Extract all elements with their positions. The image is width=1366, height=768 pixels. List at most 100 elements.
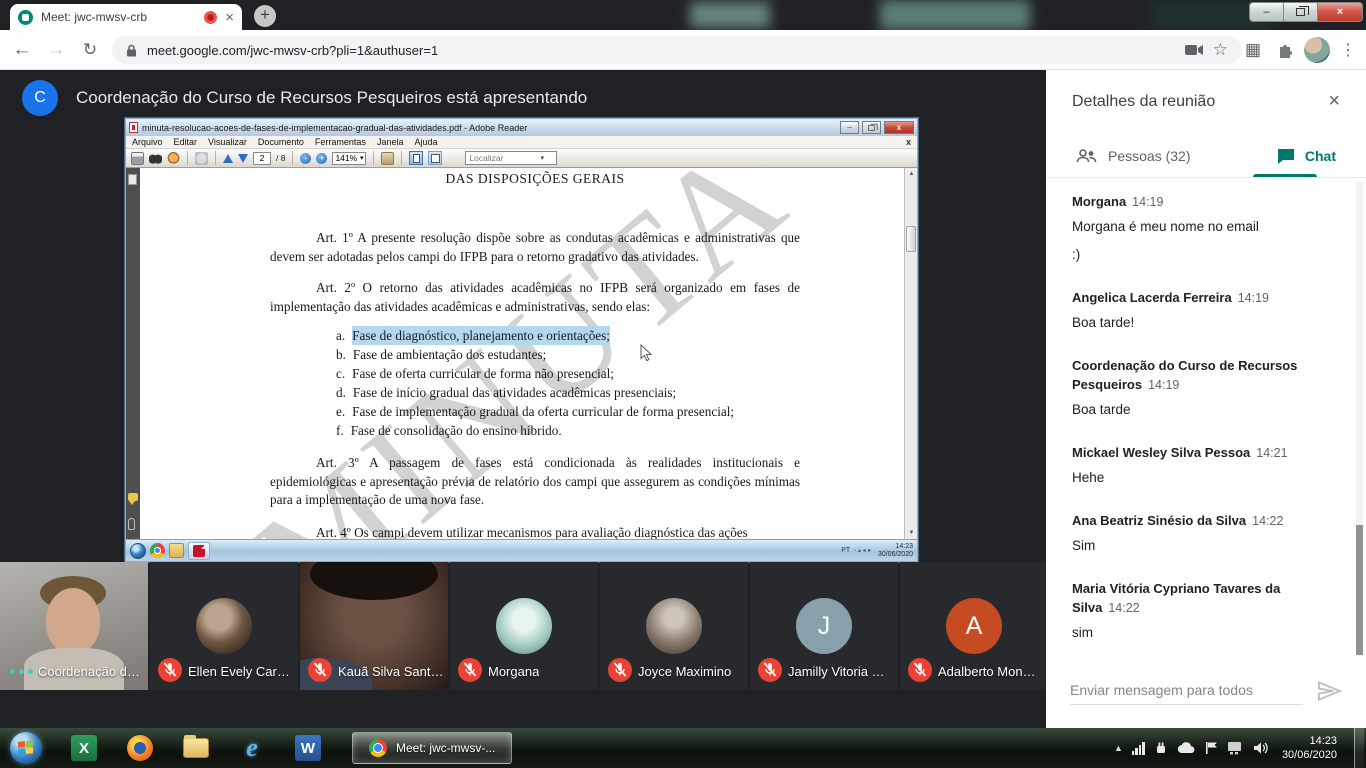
participant-tile[interactable]: Ellen Evely Car… [150,562,298,690]
adobe-maximize-button [862,121,881,134]
cloud-icon[interactable] [1177,742,1196,754]
explorer-taskbar-icon[interactable] [183,735,209,761]
attachments-panel-icon [128,518,135,530]
tab-close-icon[interactable]: × [225,10,234,25]
people-icon [1076,149,1098,163]
message-sender: Morgana [1072,194,1126,209]
pages-panel-icon [128,174,137,185]
adobe-document-area: MINUTA DAS DISPOSIÇÕES GERAIS Art. 1º A … [126,168,917,539]
shared-desktop-taskbar: PT ▫ ▴ ◂ ● 14:23 30/06/2020 [126,539,917,561]
fullscreen-glyph [431,154,440,163]
address-bar[interactable]: meet.google.com/jwc-mwsv-crb?pli=1&authu… [112,36,1242,64]
menu-janela: Janela [377,137,404,147]
window-minimize-button[interactable]: – [1249,2,1284,22]
mic-muted-icon [908,658,932,682]
power-plug-icon[interactable] [1154,741,1168,756]
mic-muted-icon [308,658,332,682]
internet-explorer-taskbar-icon[interactable]: e [239,735,265,761]
window-close-button[interactable]: × [1317,2,1363,22]
scroll-down-icon[interactable]: ▼ [905,527,917,539]
mic-muted-icon [758,658,782,682]
item-letter: b. [336,345,346,364]
shared-explorer-icon [169,543,184,558]
message-text: Boa tarde! [1072,313,1340,332]
toolbar-separator [187,151,188,165]
forward-button: → [42,30,70,70]
taskbar-clock[interactable]: 14:23 30/06/2020 [1282,734,1337,762]
word-taskbar-icon[interactable]: W [295,735,321,761]
camera-access-icon[interactable] [1185,44,1203,56]
refresh-button[interactable]: ↻ [76,30,104,70]
active-task-button[interactable]: Meet: jwc-mwsv-... [352,732,512,764]
extensions-puzzle-icon[interactable] [1272,30,1298,70]
window-restore-button[interactable] [1283,2,1318,22]
show-desktop-button[interactable] [1354,728,1364,768]
message-sender: Angelica Lacerda Ferreira [1072,290,1232,305]
mouse-cursor [640,344,652,367]
participant-avatar [196,598,252,654]
bookmark-star-icon[interactable]: ☆ [1213,40,1228,60]
browser-tab-bar: Meet: jwc-mwsv-crb × + – × [0,0,1366,30]
previous-page-icon [223,154,233,163]
speaker-icon[interactable] [1253,741,1269,755]
chat-message-input[interactable] [1070,680,1303,705]
pdf-heading: DAS DISPOSIÇÕES GERAIS [270,168,800,187]
tab-chat-label: Chat [1305,148,1336,164]
speaking-indicator-icon [10,669,33,674]
message-time: 14:22 [1108,601,1139,615]
shared-tray-icons: ▫ ▴ ◂ ● [854,547,871,554]
browser-tab[interactable]: Meet: jwc-mwsv-crb × [10,4,242,30]
chat-header: Detalhes da reunião × [1046,70,1366,113]
adobe-left-panel [126,168,140,539]
find-input [466,153,540,163]
menu-ferramentas: Ferramentas [315,137,366,147]
send-icon[interactable] [1317,680,1342,702]
participant-tile[interactable]: Joyce Maximino [600,562,748,690]
signal-bars-icon[interactable] [1132,742,1145,755]
browser-toolbar: ← → ↻ meet.google.com/jwc-mwsv-crb?pli=1… [0,30,1366,70]
chat-scrollbar-thumb[interactable] [1356,525,1363,655]
shared-language-label: PT [841,547,850,554]
pdf-scrollbar[interactable]: ▲ ▼ [904,168,917,539]
new-tab-button[interactable]: + [254,5,276,27]
participant-tile[interactable]: Coordenação d… [0,562,148,690]
tab-chat[interactable]: Chat [1277,148,1336,164]
chat-header-title: Detalhes da reunião [1072,93,1215,111]
participant-tile[interactable]: A Adalberto Mon… [900,562,1046,690]
adobe-minimize-button: – [840,121,859,134]
message-text: :) [1072,245,1340,264]
tab-people[interactable]: Pessoas (32) [1076,148,1190,164]
scroll-up-icon[interactable]: ▲ [905,168,917,180]
excel-taskbar-icon[interactable]: X [71,735,97,761]
lock-icon [126,44,137,57]
active-task-label: Meet: jwc-mwsv-... [396,741,495,755]
pdf-article-4: Art. 4º Os campi devem utilizar mecanism… [270,524,800,540]
participant-video [310,562,438,600]
back-button[interactable]: ← [8,30,36,70]
presenter-avatar: C [22,80,58,116]
adobe-window-title: minuta-resolucao-acoes-de-fases-de-imple… [142,123,837,133]
toolbar-separator [401,151,402,165]
presenting-text: Coordenação do Curso de Recursos Pesquei… [76,88,587,108]
share-globe-icon [195,152,208,165]
network-monitor-icon[interactable] [1227,741,1244,755]
menu-close-icon: x [906,137,911,147]
participant-name: Adalberto Mon… [938,664,1036,679]
participant-tile[interactable]: J Jamilly Vitoria … [750,562,898,690]
url-text[interactable]: meet.google.com/jwc-mwsv-crb?pli=1&authu… [147,43,1175,58]
participant-tile[interactable]: Kauã Silva Sant… [300,562,448,690]
start-button[interactable] [10,732,42,764]
scrollbar-thumb[interactable] [906,226,916,252]
firefox-taskbar-icon[interactable] [127,735,153,761]
theme-decoration [690,2,770,28]
action-center-flag-icon[interactable] [1205,741,1218,755]
grid-extension-icon[interactable]: ▦ [1240,30,1266,70]
chat-close-icon[interactable]: × [1328,90,1340,113]
shared-start-orb-icon [130,543,146,559]
browser-menu-icon[interactable]: ⋮ [1336,30,1360,70]
participant-name: Coordenação d… [38,664,140,679]
toolbar-separator [215,151,216,165]
profile-avatar[interactable] [1302,30,1332,70]
hidden-icons-arrow-icon[interactable]: ▲ [1114,743,1123,753]
participant-tile[interactable]: Morgana [450,562,598,690]
